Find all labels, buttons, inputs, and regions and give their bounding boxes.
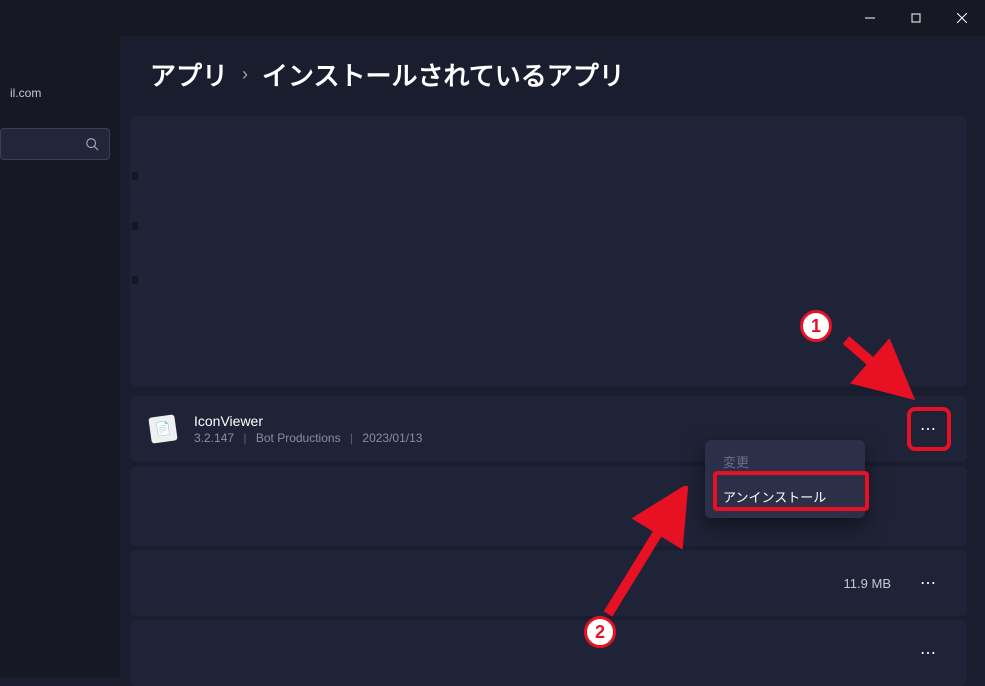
window-titlebar <box>0 0 985 36</box>
menu-item-uninstall[interactable]: アンインストール <box>709 479 861 514</box>
divider-mark <box>132 222 138 230</box>
breadcrumb-current: インストールされているアプリ <box>262 56 625 93</box>
app-publisher: Bot Productions <box>256 431 341 445</box>
more-horizontal-icon: ⋯ <box>920 419 938 439</box>
annotation-step-2: 2 <box>584 616 616 648</box>
breadcrumb-root[interactable]: アプリ <box>150 56 228 93</box>
context-menu: 変更 アンインストール <box>705 440 865 518</box>
divider-mark <box>132 276 138 284</box>
search-input[interactable] <box>0 128 110 160</box>
annotation-arrow-1 <box>838 332 918 402</box>
more-options-button[interactable]: ⋯ <box>911 565 947 601</box>
app-size: 11.9 MB <box>844 576 891 591</box>
maximize-button[interactable] <box>893 0 939 36</box>
more-horizontal-icon: ⋯ <box>920 643 938 663</box>
app-version: 3.2.147 <box>194 431 234 445</box>
annotation-step-1: 1 <box>800 310 832 342</box>
more-options-button[interactable]: ⋯ <box>911 635 947 671</box>
breadcrumb: アプリ › インストールされているアプリ <box>0 36 985 121</box>
sidebar: il.com <box>0 36 120 677</box>
app-row-placeholder-2[interactable]: 11.9 MB ⋯ <box>130 550 967 616</box>
more-options-button[interactable]: ⋯ <box>911 411 947 447</box>
search-icon <box>85 137 99 151</box>
app-icon: 📄 <box>148 414 177 443</box>
more-horizontal-icon: ⋯ <box>920 573 938 593</box>
annotation-arrow-2 <box>590 486 700 626</box>
close-button[interactable] <box>939 0 985 36</box>
app-row-placeholder-3[interactable]: ⋯ <box>130 620 967 686</box>
chevron-right-icon: › <box>242 64 248 85</box>
app-name: IconViewer <box>194 413 911 429</box>
minimize-button[interactable] <box>847 0 893 36</box>
menu-item-modify: 変更 <box>709 444 861 479</box>
divider-mark <box>132 172 138 180</box>
app-install-date: 2023/01/13 <box>362 431 422 445</box>
account-email-fragment: il.com <box>0 86 120 100</box>
